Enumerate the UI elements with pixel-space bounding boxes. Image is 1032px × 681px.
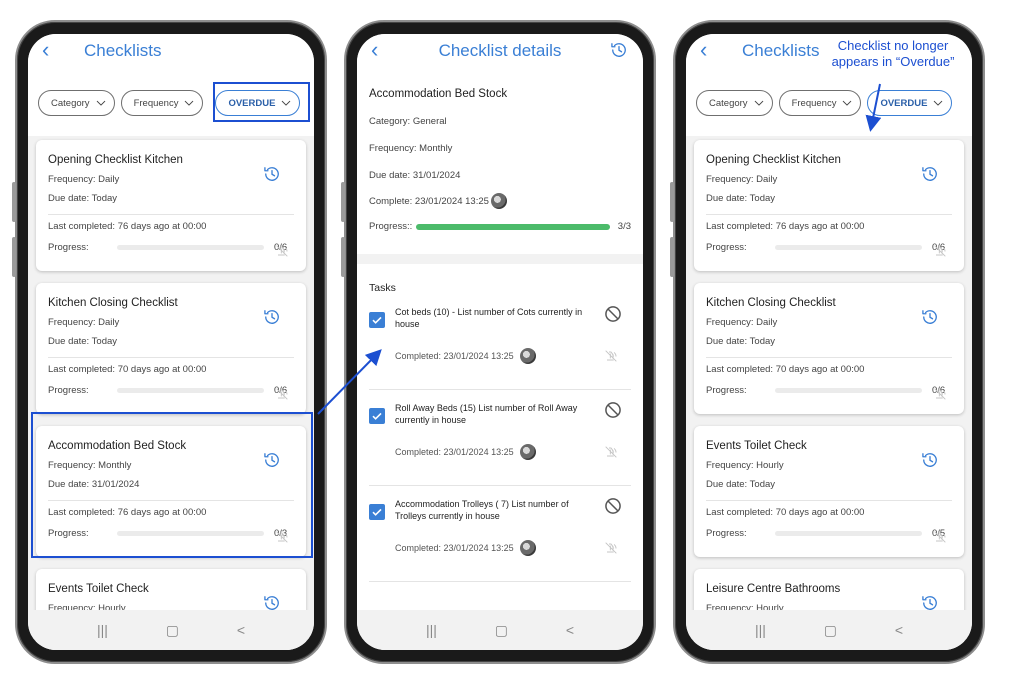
annotation-arrows [317, 83, 882, 415]
arrow-to-filtered-list [865, 83, 882, 132]
annotation-line: appears in “Overdue” [831, 54, 955, 69]
annotation-line: Checklist no longer [837, 38, 949, 53]
arrow-to-details [317, 349, 382, 415]
annotation-text: Checklist no longer appears in “Overdue” [818, 38, 968, 70]
